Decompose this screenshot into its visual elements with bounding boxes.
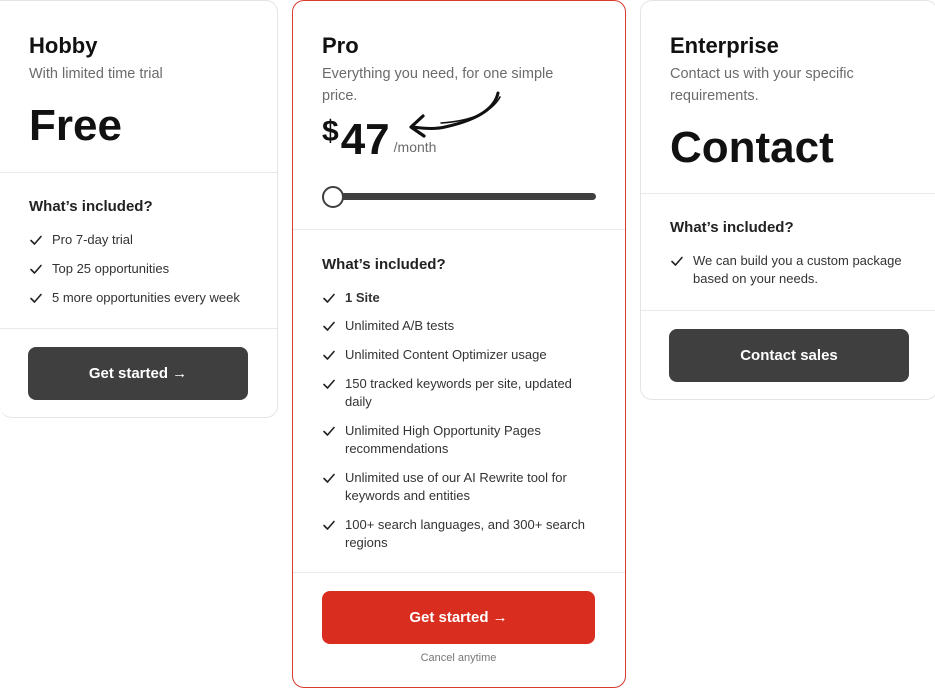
- hobby-footer: Get started →: [0, 329, 277, 400]
- plan-name: Hobby: [29, 33, 98, 58]
- plan-price: 47: [340, 115, 390, 164]
- feature-item: 150 tracked keywords per site, updated d…: [322, 375, 597, 411]
- pro-header: Pro Everything you need, for one simple …: [293, 1, 625, 230]
- feature-text: 1 Site: [345, 290, 380, 305]
- check-icon: [670, 254, 684, 268]
- check-icon: [322, 424, 336, 438]
- hobby-header: Hobby With limited time trial Free: [0, 1, 277, 173]
- feature-text: Unlimited use of our AI Rewrite tool for…: [345, 470, 567, 503]
- check-icon: [29, 262, 43, 276]
- check-icon: [322, 471, 336, 485]
- plan-name: Enterprise: [670, 33, 779, 58]
- hobby-included: What’s included? Pro 7-day trial Top 25 …: [0, 173, 277, 329]
- feature-item: Unlimited A/B tests: [322, 317, 597, 335]
- currency-symbol: $: [322, 115, 339, 148]
- feature-text: 100+ search languages, and 300+ search r…: [345, 517, 585, 550]
- feature-text: Top 25 opportunities: [52, 261, 170, 276]
- feature-item: Unlimited High Opportunity Pages recomme…: [322, 422, 597, 458]
- included-title: What’s included?: [670, 219, 794, 236]
- feature-item: 100+ search languages, and 300+ search r…: [322, 516, 597, 552]
- plan-price: Free: [29, 101, 122, 150]
- plan-name: Pro: [322, 33, 359, 58]
- price-period: /month: [393, 139, 437, 155]
- check-icon: [322, 348, 336, 362]
- pro-included: What’s included? 1 Site Unlimited A/B te…: [293, 230, 625, 573]
- slider-thumb[interactable]: [322, 186, 344, 208]
- plan-description: With limited time trial: [29, 66, 163, 82]
- included-title: What’s included?: [322, 256, 446, 273]
- get-started-button[interactable]: Get started →: [322, 591, 595, 644]
- check-icon: [322, 319, 336, 333]
- feature-item: Pro 7-day trial: [29, 231, 277, 249]
- feature-text: Unlimited Content Optimizer usage: [345, 347, 547, 362]
- get-started-button[interactable]: Get started →: [28, 347, 248, 400]
- feature-item: Top 25 opportunities: [29, 260, 277, 278]
- feature-text: Unlimited High Opportunity Pages recomme…: [345, 423, 541, 456]
- plan-description: Contact us with your specific requiremen…: [670, 66, 854, 104]
- feature-item: 5 more opportunities every week: [29, 289, 277, 307]
- cancel-note: Cancel anytime: [420, 652, 497, 664]
- check-icon: [322, 291, 336, 305]
- feature-text: Unlimited A/B tests: [345, 318, 455, 333]
- contact-sales-button[interactable]: Contact sales: [669, 329, 909, 382]
- check-icon: [29, 291, 43, 305]
- slider-track[interactable]: [322, 193, 596, 200]
- feature-text: We can build you a custom package based …: [693, 253, 902, 286]
- check-icon: [322, 377, 336, 391]
- check-icon: [29, 233, 43, 247]
- hand-drawn-arrow-icon: [409, 91, 501, 138]
- plan-card-enterprise: Enterprise Contact us with your specific…: [640, 0, 935, 400]
- feature-item: Unlimited use of our AI Rewrite tool for…: [322, 469, 597, 505]
- enterprise-header: Enterprise Contact us with your specific…: [641, 1, 935, 194]
- feature-item: 1 Site: [322, 289, 597, 307]
- feature-item: Unlimited Content Optimizer usage: [322, 346, 597, 364]
- feature-text: Pro 7-day trial: [52, 232, 133, 247]
- feature-text: 150 tracked keywords per site, updated d…: [345, 376, 572, 409]
- check-icon: [322, 518, 336, 532]
- plan-price: Contact: [670, 123, 834, 172]
- plan-card-pro: Pro Everything you need, for one simple …: [292, 0, 626, 688]
- enterprise-footer: Contact sales: [641, 311, 935, 382]
- plan-card-hobby: Hobby With limited time trial Free What’…: [0, 0, 278, 418]
- enterprise-included: What’s included? We can build you a cust…: [641, 194, 935, 311]
- included-title: What’s included?: [29, 198, 153, 215]
- feature-item: We can build you a custom package based …: [670, 252, 915, 288]
- feature-text: 5 more opportunities every week: [52, 290, 240, 305]
- price-slider[interactable]: [322, 186, 596, 208]
- pro-footer: Get started → Cancel anytime: [293, 573, 625, 664]
